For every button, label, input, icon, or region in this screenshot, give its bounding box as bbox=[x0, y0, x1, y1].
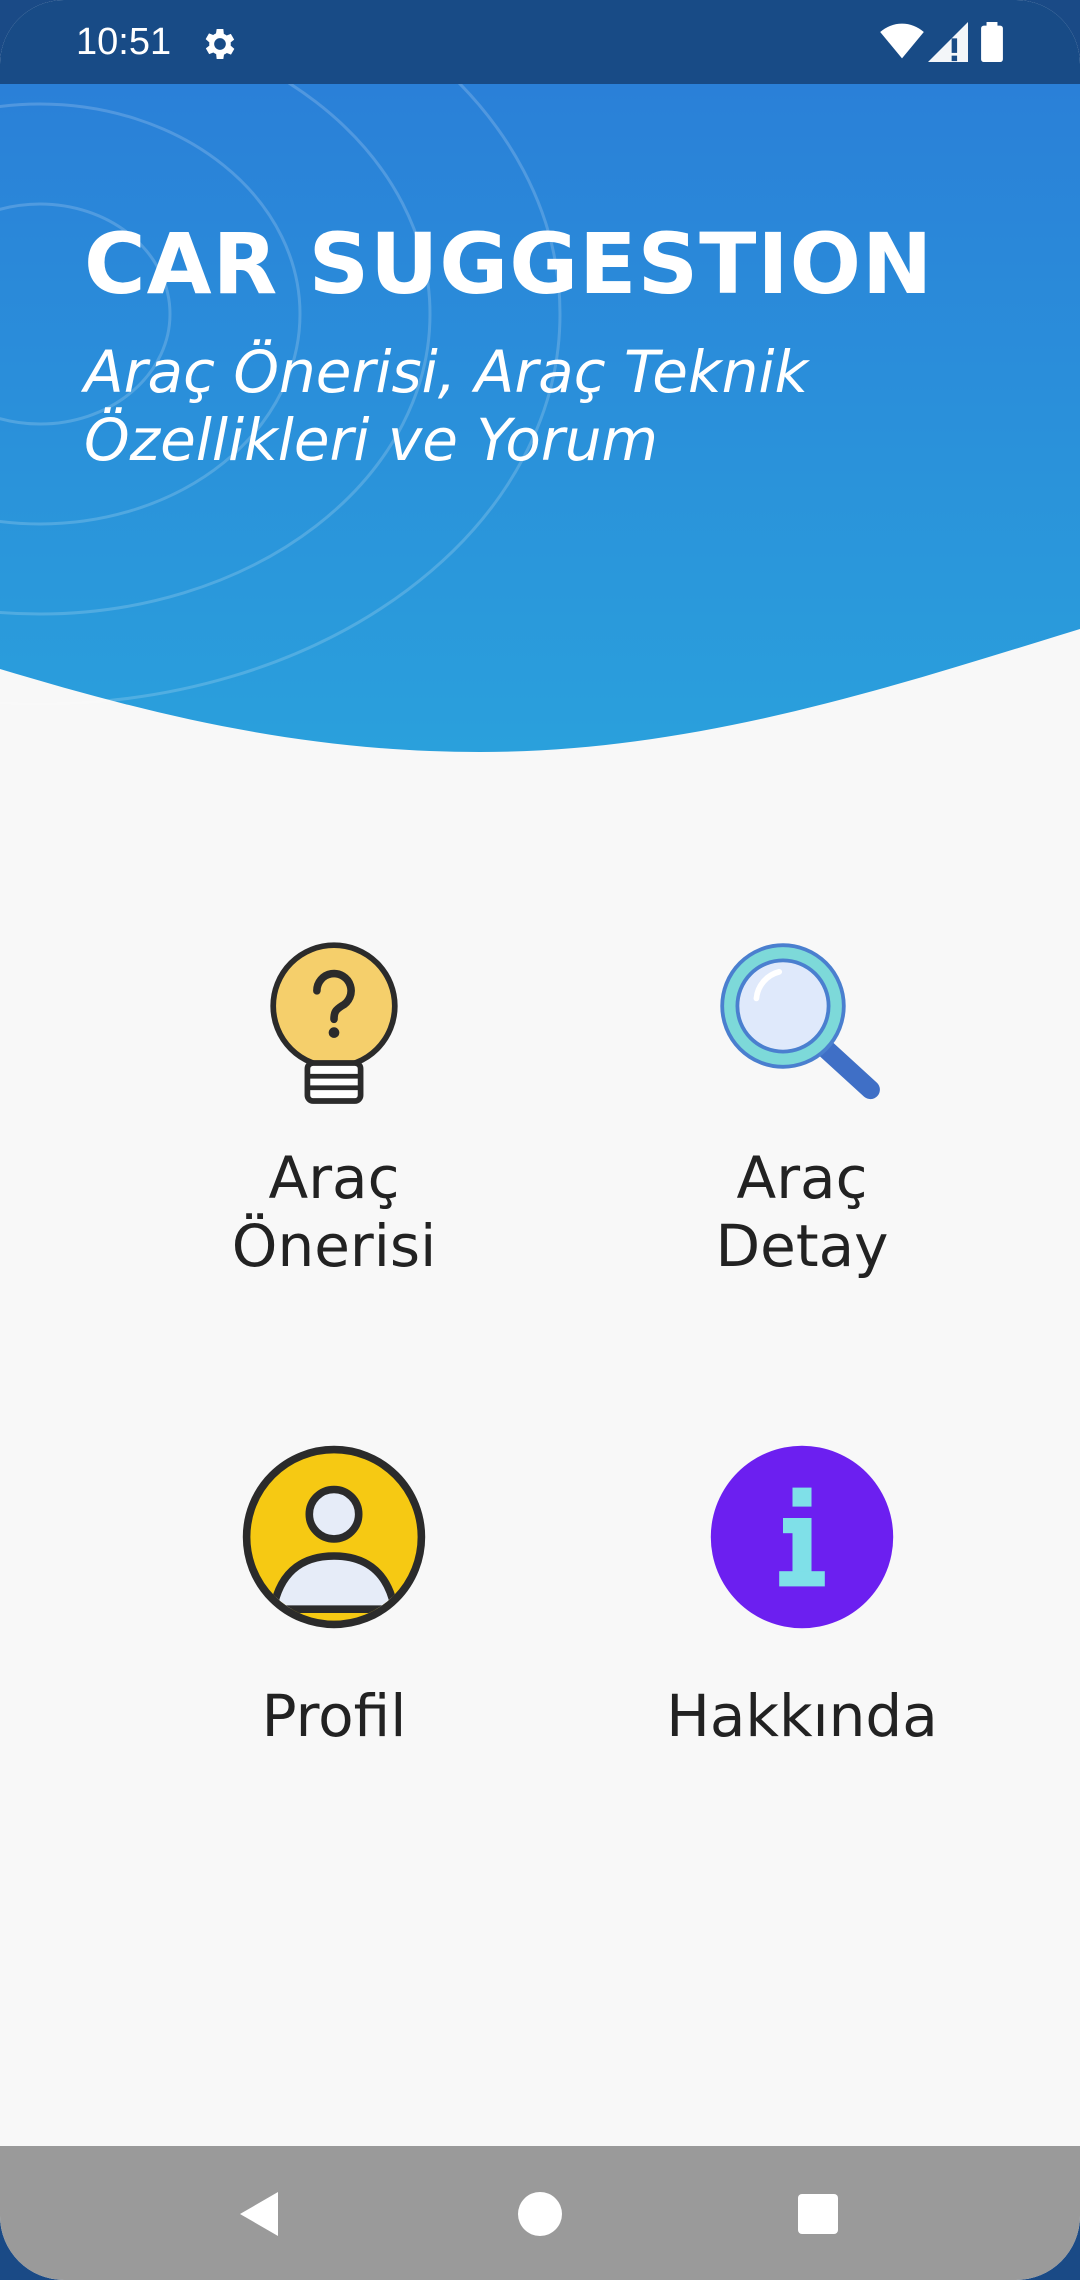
menu-item-arac-detay[interactable]: Araç Detay bbox=[592, 930, 1012, 1280]
menu-label-profil: Profil bbox=[261, 1682, 407, 1750]
magnifier-icon bbox=[720, 943, 880, 1100]
navigation-bar bbox=[0, 2146, 1080, 2280]
menu-label-arac-onerisi: Araç Önerisi bbox=[231, 1144, 437, 1280]
app-subtitle: Araç Önerisi, Araç Teknik Özellikleri ve… bbox=[84, 338, 809, 474]
menu-item-profil[interactable]: Profil bbox=[124, 1442, 544, 1750]
battery-icon bbox=[981, 22, 1003, 62]
recents-icon[interactable] bbox=[788, 2184, 848, 2244]
signal-icon bbox=[928, 22, 968, 62]
app-screen: 10:51 CAR SUGGESTION Araç Önerisi, Araç … bbox=[0, 0, 1080, 2280]
menu-label-arac-detay: Araç Detay bbox=[715, 1144, 889, 1280]
info-icon bbox=[710, 1445, 894, 1629]
status-time: 10:51 bbox=[76, 21, 172, 63]
menu-item-hakkinda[interactable]: Hakkında bbox=[592, 1442, 1012, 1750]
menu-item-arac-onerisi[interactable]: Araç Önerisi bbox=[124, 930, 544, 1280]
wifi-icon bbox=[880, 23, 924, 59]
gear-icon bbox=[205, 29, 235, 59]
user-profile-icon bbox=[242, 1445, 426, 1629]
menu-label-hakkinda: Hakkında bbox=[666, 1682, 938, 1750]
lightbulb-question-icon bbox=[270, 942, 398, 1104]
header-banner: CAR SUGGESTION Araç Önerisi, Araç Teknik… bbox=[0, 84, 1080, 764]
status-icons bbox=[880, 22, 1010, 64]
back-icon[interactable] bbox=[230, 2184, 290, 2244]
app-title: CAR SUGGESTION bbox=[84, 215, 934, 313]
status-bar: 10:51 bbox=[0, 0, 1080, 84]
home-icon[interactable] bbox=[510, 2184, 570, 2244]
